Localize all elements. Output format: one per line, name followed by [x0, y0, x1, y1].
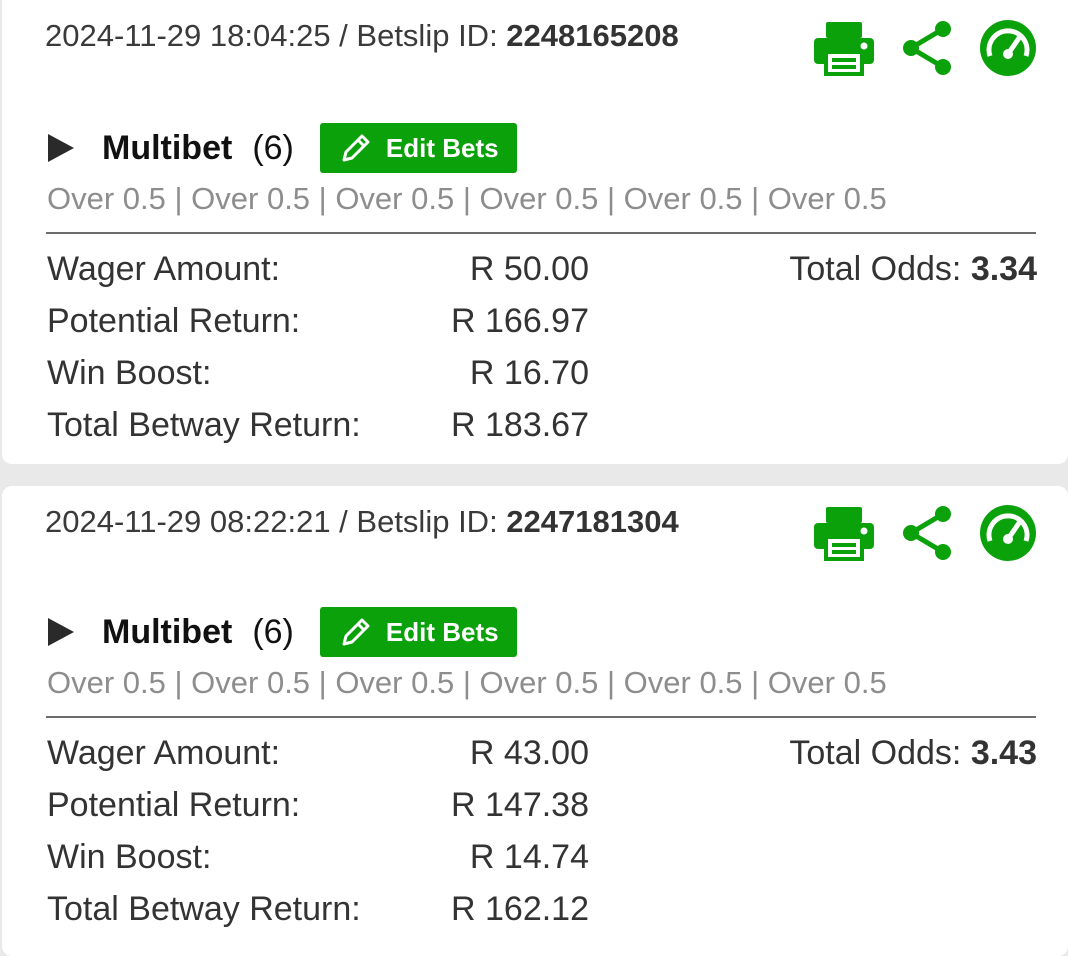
row-label: Total Betway Return: — [47, 890, 361, 928]
total-odds: Total Odds: 3.34 — [789, 250, 1037, 289]
pencil-icon — [342, 618, 370, 646]
amounts-table: Wager Amount: R 43.00 Total Odds: 3.43 P… — [47, 734, 1037, 942]
speedometer-icon[interactable] — [978, 18, 1038, 78]
share-icon[interactable] — [898, 19, 956, 77]
header-separator: / — [330, 504, 357, 539]
divider — [46, 232, 1036, 234]
amount-row: Win Boost: R 14.74 — [47, 838, 1037, 890]
amount-row: Win Boost: R 16.70 — [47, 354, 1037, 406]
amount-row: Total Betway Return: R 162.12 — [47, 890, 1037, 942]
row-value: R 162.12 — [451, 890, 589, 928]
speedometer-icon[interactable] — [978, 503, 1038, 563]
bet-summary-row: Multibet (6) Edit Bets — [48, 123, 517, 173]
total-odds-label: Total Odds: — [789, 250, 971, 288]
bet-selections: Over 0.5 | Over 0.5 | Over 0.5 | Over 0.… — [47, 181, 887, 216]
betslip-datetime: 2024-11-29 08:22:21 — [45, 504, 331, 539]
row-label: Potential Return: — [47, 786, 301, 824]
betslip-header: 2024-11-29 08:22:21 / Betslip ID: 224718… — [45, 506, 679, 537]
row-label: Win Boost: — [47, 354, 212, 392]
betslip-header: 2024-11-29 18:04:25 / Betslip ID: 224816… — [45, 20, 679, 51]
row-value: R 50.00 — [469, 250, 589, 288]
bet-summary-row: Multibet (6) Edit Bets — [48, 607, 517, 657]
betslip-datetime: 2024-11-29 18:04:25 — [45, 18, 331, 53]
divider — [46, 716, 1036, 718]
edit-bets-label: Edit Bets — [385, 616, 499, 647]
betslip-actions — [812, 503, 1038, 563]
betslip-card: 2024-11-29 18:04:25 / Betslip ID: 224816… — [2, 0, 1068, 464]
betslip-id: 2248165208 — [506, 18, 679, 53]
row-value: R 16.70 — [469, 354, 589, 392]
betslip-id: 2247181304 — [506, 504, 679, 539]
row-label: Potential Return: — [47, 302, 301, 340]
edit-bets-label: Edit Bets — [385, 132, 499, 163]
pencil-icon — [342, 134, 370, 162]
share-icon[interactable] — [898, 504, 956, 562]
header-separator: / — [330, 18, 357, 53]
total-odds: Total Odds: 3.43 — [789, 734, 1037, 773]
row-value: R 14.74 — [469, 838, 589, 876]
row-label: Wager Amount: — [47, 734, 281, 772]
betslip-id-label: Betslip ID: — [356, 18, 507, 53]
row-label: Wager Amount: — [47, 250, 281, 288]
amount-row: Wager Amount: R 43.00 Total Odds: 3.43 — [47, 734, 1037, 786]
expand-toggle-icon[interactable] — [48, 134, 74, 162]
bet-count: (6) — [252, 612, 294, 651]
total-odds-value: 3.34 — [970, 250, 1037, 288]
betslip-card: 2024-11-29 08:22:21 / Betslip ID: 224718… — [2, 486, 1068, 956]
row-value: R 147.38 — [451, 786, 589, 824]
row-label: Win Boost: — [47, 838, 212, 876]
amount-row: Total Betway Return: R 183.67 — [47, 406, 1037, 458]
amount-row: Potential Return: R 166.97 — [47, 302, 1037, 354]
edit-bets-button[interactable]: Edit Bets — [319, 607, 517, 657]
row-value: R 166.97 — [451, 302, 589, 340]
bet-type: Multibet — [102, 128, 233, 167]
printer-icon[interactable] — [812, 20, 876, 76]
amount-row: Wager Amount: R 50.00 Total Odds: 3.34 — [47, 250, 1037, 302]
total-odds-label: Total Odds: — [789, 734, 971, 772]
printer-icon[interactable] — [812, 505, 876, 561]
amount-row: Potential Return: R 147.38 — [47, 786, 1037, 838]
row-value: R 43.00 — [469, 734, 589, 772]
row-value: R 183.67 — [451, 406, 589, 444]
total-odds-value: 3.43 — [970, 734, 1037, 772]
betslip-actions — [812, 18, 1038, 78]
row-label: Total Betway Return: — [47, 406, 361, 444]
expand-toggle-icon[interactable] — [48, 618, 74, 646]
betslip-id-label: Betslip ID: — [356, 504, 507, 539]
bet-selections: Over 0.5 | Over 0.5 | Over 0.5 | Over 0.… — [47, 665, 887, 700]
bet-count: (6) — [252, 128, 294, 167]
edit-bets-button[interactable]: Edit Bets — [319, 123, 517, 173]
bet-type: Multibet — [102, 612, 233, 651]
amounts-table: Wager Amount: R 50.00 Total Odds: 3.34 P… — [47, 250, 1037, 458]
